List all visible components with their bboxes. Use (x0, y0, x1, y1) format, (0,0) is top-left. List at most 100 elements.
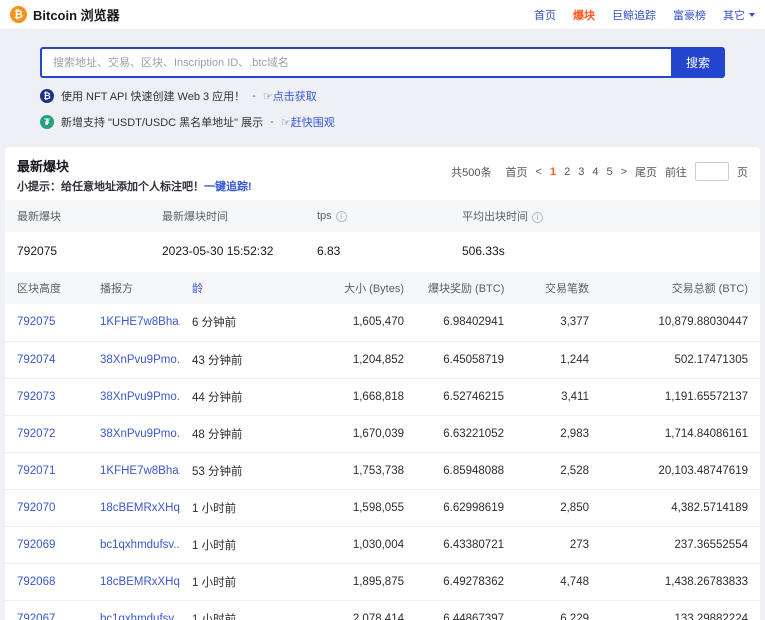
panel-header-left: 最新爆块 小提示：给任意地址添加个人标注吧！一键追踪! (17, 156, 252, 194)
tx-count: 1,244 (516, 341, 601, 379)
block-height-link[interactable]: 792069 (17, 539, 55, 551)
table-row: 792068 18cBEMRxXHq...1 小时前1,895,8756.4927… (5, 563, 760, 601)
prev-page-button[interactable]: < (536, 166, 542, 178)
block-size: 2,078,414 (268, 600, 416, 620)
promo-separator: - (252, 90, 256, 102)
pagination: 共500条 首页 < 1 2 3 4 5 > 尾页 前往 页 (451, 162, 748, 181)
promo-nft-api: ₿ 使用 NFT API 快速创建 Web 3 应用！ - ☞点击获取 (40, 88, 725, 104)
stats-header-avg-block-time: 平均出块时间 i (450, 200, 760, 232)
page-number-5[interactable]: 5 (606, 166, 612, 178)
tps-info-icon[interactable]: i (335, 211, 347, 222)
relayer-link[interactable]: 18cBEMRxXHq... (100, 502, 180, 514)
block-height-link[interactable]: 792072 (17, 428, 55, 440)
avg-block-time-value: 506.33s (462, 244, 505, 258)
block-reward: 6.45058719 (416, 341, 516, 379)
relayer-link[interactable]: bc1qxhmdufsv... (100, 613, 180, 620)
page-number-3[interactable]: 3 (578, 166, 584, 178)
tx-volume: 4,382.5714189 (601, 489, 760, 527)
block-size: 1,030,004 (268, 526, 416, 564)
promo-link-take-look[interactable]: ☞赶快围观 (281, 114, 335, 130)
col-header-block-height: 区块高度 (5, 272, 88, 304)
col-header-reward: 爆块奖励 (BTC) (416, 272, 516, 304)
block-height-link[interactable]: 792067 (17, 613, 55, 620)
nav-item-others[interactable]: 其它 (723, 7, 755, 23)
block-size: 1,668,818 (268, 378, 416, 416)
nav-item-home[interactable]: 首页 (534, 7, 556, 23)
panel-tip: 小提示：给任意地址添加个人标注吧！一键追踪! (17, 178, 252, 194)
next-page-button[interactable]: > (621, 166, 627, 178)
first-page-button[interactable]: 首页 (506, 164, 528, 180)
panel-title: 最新爆块 (17, 159, 70, 174)
relayer-link[interactable]: 18cBEMRxXHq... (100, 576, 180, 588)
block-size: 1,605,470 (268, 304, 416, 342)
stats-header-tps: tps i (305, 200, 450, 232)
one-click-track-link[interactable]: 一键追踪! (204, 181, 252, 193)
total-count: 共500条 (451, 166, 492, 179)
col-header-tx-count: 交易笔数 (516, 272, 601, 304)
block-size: 1,204,852 (268, 341, 416, 379)
relayer-link[interactable]: 38XnPvu9Pmo... (100, 354, 180, 366)
tx-count: 3,377 (516, 304, 601, 342)
nav-item-others-label: 其它 (723, 9, 745, 22)
block-reward: 6.43380721 (416, 526, 516, 564)
col-header-size: 大小 (Bytes) (268, 272, 416, 304)
stats-table: 最新爆块 最新爆块时间 tps i 平均出块时间 i 792075 2023-05-… (5, 200, 760, 272)
col-header-tx-volume: 交易总额 (BTC) (601, 272, 760, 304)
promo-text: 新增支持 "USDT/USDC 黑名单地址" 展示 (61, 117, 264, 129)
table-row: 792071 1KFHE7w8Bha... 53 分钟前 1,753,738 6.859… (5, 452, 760, 490)
promo-text: 使用 NFT API 快速创建 Web 3 应用！ (61, 91, 246, 103)
block-height-link[interactable]: 792071 (17, 465, 55, 477)
page-number-1[interactable]: 1 (550, 166, 556, 178)
block-reward: 6.63221052 (416, 415, 516, 453)
search-input[interactable] (40, 47, 671, 78)
promo-link-get-api[interactable]: ☞点击获取 (263, 88, 317, 104)
block-height-link[interactable]: 792070 (17, 502, 55, 514)
block-height-link[interactable]: 792074 (17, 354, 55, 366)
relayer-link[interactable]: 1KFHE7w8Bha... (100, 316, 180, 328)
latest-blocks-panel: 最新爆块 小提示：给任意地址添加个人标注吧！一键追踪! 共500条 首页 < 1… (5, 147, 760, 620)
page-number-4[interactable]: 4 (592, 166, 598, 178)
tx-volume: 20,103.48747619 (601, 452, 760, 490)
avg-block-time-info-icon[interactable]: i (532, 212, 543, 223)
table-row: 792072 38XnPvu9Pmo... 48 分钟前 1,670,039 6.632… (5, 415, 760, 453)
block-height-link[interactable]: 792075 (17, 316, 55, 328)
tx-volume: 502.17471305 (601, 341, 760, 379)
nav-item-rich-list[interactable]: 富豪榜 (673, 7, 706, 23)
page-number-2[interactable]: 2 (564, 166, 570, 178)
relayer-link[interactable]: bc1qxhmdufsv... (100, 539, 180, 551)
block-reward: 6.98402941 (416, 304, 516, 342)
table-row: 792073 38XnPvu9Pmo... 44 分钟前 1,668,818 6.527… (5, 378, 760, 416)
promo-separator: - (270, 116, 274, 128)
brand: ₿ Bitcoin 浏览器 (10, 5, 120, 24)
blocks-header-row: 区块高度 播报方 龄 大小 (Bytes) 爆块奖励 (BTC) 交易笔数 交易… (5, 272, 760, 304)
tx-count: 2,528 (516, 452, 601, 490)
relayer-link[interactable]: 38XnPvu9Pmo... (100, 428, 180, 440)
block-age: 43 分钟前 (180, 341, 268, 379)
tx-count: 2,983 (516, 415, 601, 453)
col-header-age: 龄 (180, 272, 268, 304)
relayer-link[interactable]: 38XnPvu9Pmo... (100, 391, 180, 403)
goto-page-input[interactable] (695, 162, 729, 181)
col-header-relayer: 播报方 (88, 272, 180, 304)
search-button[interactable]: 搜索 (671, 47, 725, 78)
chevron-down-icon (749, 12, 755, 17)
nav-item-blocks[interactable]: 爆块 (573, 7, 595, 23)
tx-volume: 133.29882224 (601, 600, 760, 620)
block-reward: 6.44867397 (416, 600, 516, 620)
block-height-link[interactable]: 792068 (17, 576, 55, 588)
last-page-button[interactable]: 尾页 (635, 164, 657, 180)
relayer-link[interactable]: 1KFHE7w8Bha... (100, 465, 180, 477)
search-bar: 搜索 (40, 47, 725, 78)
search-section: 搜索 ₿ 使用 NFT API 快速创建 Web 3 应用！ - ☞点击获取 ₮… (0, 30, 765, 142)
age-sort-link[interactable]: 龄 (192, 283, 203, 295)
nav-item-whale-tracking[interactable]: 巨鲸追踪 (612, 7, 656, 23)
latest-block-time-value: 2023-05-30 15:52:32 (162, 244, 274, 258)
tx-count: 2,850 (516, 489, 601, 527)
stats-header-latest-time: 最新爆块时间 (150, 200, 305, 232)
block-height-link[interactable]: 792073 (17, 391, 55, 403)
tx-count: 273 (516, 526, 601, 564)
block-reward: 6.52746215 (416, 378, 516, 416)
tx-volume: 1,438.26783833 (601, 563, 760, 601)
block-age: 48 分钟前 (180, 415, 268, 453)
table-row: 792074 38XnPvu9Pmo... 43 分钟前 1,204,852 6.450… (5, 341, 760, 379)
